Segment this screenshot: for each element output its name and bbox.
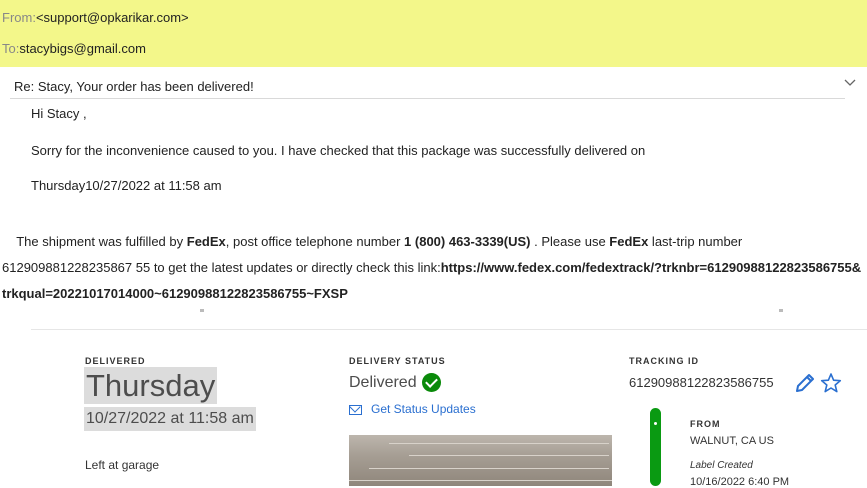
email-subject: Re: Stacy, Your order has been delivered… xyxy=(14,79,254,94)
chevron-down-icon[interactable] xyxy=(843,76,857,90)
delivery-photo[interactable] xyxy=(349,435,612,486)
carrier-name-2: FedEx xyxy=(609,234,649,249)
delivered-day: Thursday xyxy=(84,367,218,404)
delivered-label: DELIVERED xyxy=(85,356,146,366)
check-circle-icon xyxy=(422,373,441,392)
progress-timeline xyxy=(650,408,661,486)
tracking-id-label: TRACKING ID xyxy=(629,356,699,366)
ship-text-2: , post office telephone number xyxy=(225,234,405,249)
tracking-id-value: 61290988122823586755 xyxy=(629,375,774,390)
pencil-icon[interactable] xyxy=(794,372,816,394)
body-line-2: Thursday10/27/2022 at 11:58 am xyxy=(31,178,222,193)
carrier-name: FedEx xyxy=(186,234,226,249)
from-label: From: xyxy=(2,10,36,25)
ship-text-1: The shipment was fulfilled by xyxy=(2,234,187,249)
label-created-date: 10/16/2022 6:40 PM xyxy=(690,476,790,488)
phone-number: 1 (800) 463-3339(US) xyxy=(404,234,531,249)
delivered-date: 10/27/2022 at 11:58 am xyxy=(84,407,256,431)
to-line: To:stacybigs@gmail.com xyxy=(2,41,146,56)
envelope-icon[interactable] xyxy=(349,405,362,415)
label-created-text: Label Created xyxy=(690,460,753,471)
timeline-dot xyxy=(654,422,657,425)
left-at-note: Left at garage xyxy=(85,458,160,472)
get-status-updates-link[interactable]: Get Status Updates xyxy=(371,402,476,416)
shipment-paragraph: The shipment was fulfilled by FedEx, pos… xyxy=(2,229,862,307)
cropped-text-strip xyxy=(31,309,867,313)
delivery-status-label: DELIVERY STATUS xyxy=(349,356,446,366)
from-origin-label: FROM xyxy=(690,419,721,429)
greeting: Hi Stacy , xyxy=(31,106,87,121)
card-divider xyxy=(31,329,867,330)
ship-text-3: . Please use xyxy=(530,234,610,249)
delivery-status-value: Delivered xyxy=(349,374,417,391)
to-address[interactable]: stacybigs@gmail.com xyxy=(19,41,146,56)
from-line: From:<support@opkarikar.com> xyxy=(2,10,189,25)
star-icon[interactable] xyxy=(820,372,842,394)
subject-divider xyxy=(10,98,845,99)
from-origin-value: WALNUT, CA US xyxy=(690,435,774,447)
to-label: To: xyxy=(2,41,20,56)
body-line-1: Sorry for the inconvenience caused to yo… xyxy=(31,143,646,158)
from-address[interactable]: <support@opkarikar.com> xyxy=(36,10,189,25)
